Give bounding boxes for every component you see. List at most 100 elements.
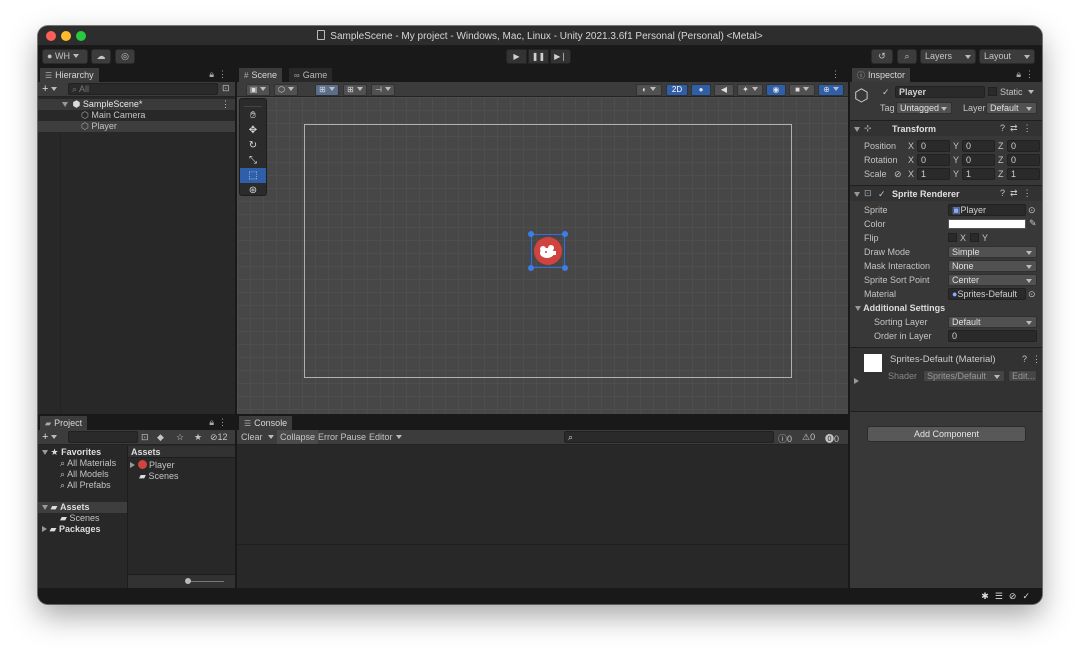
assets-subfolder[interactable]: ▰ Scenes xyxy=(60,513,99,524)
audio-toggle[interactable]: ◀ xyxy=(714,84,734,96)
object-name-field[interactable]: Player xyxy=(895,86,985,98)
resize-handle[interactable] xyxy=(562,231,568,237)
resize-handle[interactable] xyxy=(528,231,534,237)
order-in-layer-field[interactable]: 0 xyxy=(948,330,1037,342)
favorite-item[interactable]: ⌕ All Materials xyxy=(60,458,116,469)
error-pause-button[interactable]: Error Pause xyxy=(318,432,366,442)
resize-handle[interactable] xyxy=(562,265,568,271)
grid-snap-button[interactable]: ⊞ xyxy=(343,84,367,96)
color-swatch[interactable] xyxy=(948,219,1026,229)
error-count-toggle[interactable]: ⓿0 xyxy=(825,432,839,445)
asset-item[interactable]: ▰ Scenes xyxy=(139,471,178,482)
log-count-toggle[interactable]: ⓘ0 xyxy=(778,432,792,445)
project-search-input[interactable] xyxy=(68,431,138,443)
tab-game[interactable]: ∞ Game xyxy=(289,68,333,82)
layers-dropdown[interactable]: Layers xyxy=(920,49,976,64)
tab-inspector[interactable]: ⓘ Inspector xyxy=(852,68,911,82)
drag-handle[interactable] xyxy=(244,101,262,107)
scene-row[interactable]: ⬢ SampleScene* ⋮ xyxy=(38,99,235,110)
draw-mode-button[interactable]: ▣ xyxy=(246,84,270,96)
bug-icon[interactable]: ✱ xyxy=(981,591,995,601)
editor-dropdown[interactable]: Editor xyxy=(369,432,402,442)
play-button[interactable]: ▶ xyxy=(506,49,527,64)
history-button[interactable]: ↺ xyxy=(871,49,893,64)
cache-icon[interactable]: ⊘ xyxy=(1009,591,1023,601)
mask-interaction-dropdown[interactable]: None xyxy=(948,260,1037,272)
slider-thumb[interactable] xyxy=(185,578,191,584)
scene-viewport[interactable]: ✋︎ ✥ ↻ ⤡ ⬚ ⊛ xyxy=(237,97,848,414)
create-button[interactable]: + xyxy=(42,431,58,443)
transform-x-field[interactable]: 0 xyxy=(917,140,950,152)
object-picker-icon[interactable]: ⊙ xyxy=(1028,205,1036,216)
move-tool[interactable]: ✥ xyxy=(240,123,266,138)
panel-menu[interactable]: 🔒︎⋮ xyxy=(1016,69,1038,80)
layout-dropdown[interactable]: Layout xyxy=(979,49,1035,64)
transform-x-field[interactable]: 1 xyxy=(917,168,950,180)
rect-tool[interactable]: ⬚ xyxy=(240,168,266,183)
edit-shader-button[interactable]: Edit... xyxy=(1008,370,1037,382)
render-mode-button[interactable]: ⬡ xyxy=(274,84,298,96)
tab-console[interactable]: ☰ Console xyxy=(239,416,293,430)
add-component-button[interactable]: Add Component xyxy=(867,426,1026,442)
check-icon[interactable]: ✓ xyxy=(1022,591,1036,601)
additional-settings-foldout[interactable]: Additional Settings xyxy=(855,303,945,313)
favorite-icon[interactable]: ★ xyxy=(194,432,202,443)
sorting-layer-dropdown[interactable]: Default xyxy=(948,316,1037,328)
static-checkbox[interactable] xyxy=(988,87,997,96)
pause-button[interactable]: ❚❚ xyxy=(528,49,549,64)
more-icon[interactable]: ⋮ xyxy=(831,69,844,80)
active-checkbox[interactable]: ✓ xyxy=(882,87,890,98)
increment-snap-button[interactable]: ⊣ xyxy=(371,84,395,96)
save-search-icon[interactable]: ☆ xyxy=(176,432,184,443)
transform-z-field[interactable]: 1 xyxy=(1007,168,1040,180)
hierarchy-item[interactable]: ⬡ Main Camera xyxy=(38,110,235,121)
hidden-objects-toggle[interactable]: ◉ xyxy=(766,84,786,96)
add-icon[interactable]: + xyxy=(42,83,58,95)
panel-menu[interactable]: 🔒︎⋮ xyxy=(209,69,231,80)
player-sprite-selection[interactable] xyxy=(528,231,568,271)
gizmos-button[interactable]: ⊕ xyxy=(818,84,844,96)
transform-z-field[interactable]: 0 xyxy=(1007,154,1040,166)
warning-count-toggle[interactable]: ⚠0 xyxy=(802,432,815,443)
sort-point-dropdown[interactable]: Center xyxy=(948,274,1037,286)
account-dropdown[interactable]: ● WH xyxy=(42,49,88,64)
console-split[interactable] xyxy=(237,544,848,545)
light-toggle[interactable]: ● xyxy=(691,84,711,96)
shader-dropdown[interactable]: Sprites/Default xyxy=(923,370,1005,382)
flip-x-checkbox[interactable] xyxy=(948,233,957,242)
tab-hierarchy[interactable]: ☰ Hierarchy xyxy=(40,68,99,82)
favorite-item[interactable]: ⌕ All Models xyxy=(60,469,109,480)
constrain-proportions-icon[interactable]: ⊘ xyxy=(894,169,902,180)
effects-toggle[interactable]: ✦ xyxy=(737,84,763,96)
flip-y-checkbox[interactable] xyxy=(970,233,979,242)
packages-folder[interactable]: ▰ Packages xyxy=(42,524,101,535)
static-dropdown[interactable]: Static xyxy=(1000,87,1035,97)
component-actions[interactable]: ?⇄⋮ xyxy=(1000,188,1037,199)
enabled-checkbox[interactable]: ✓ xyxy=(878,189,886,200)
collab-button[interactable]: ◎ xyxy=(115,49,135,64)
transform-x-field[interactable]: 0 xyxy=(917,154,950,166)
search-button[interactable]: ⌕ xyxy=(897,49,917,64)
search-by-label-icon[interactable]: ◆ xyxy=(157,432,164,443)
favorite-item[interactable]: ⌕ All Prefabs xyxy=(60,480,111,491)
favorites-header[interactable]: ★ Favorites xyxy=(42,447,101,458)
hierarchy-search-input[interactable]: ⌕ All xyxy=(68,83,218,95)
transform-y-field[interactable]: 1 xyxy=(962,168,995,180)
tag-dropdown[interactable]: Untagged xyxy=(896,102,952,114)
assets-folder[interactable]: ▰ Assets xyxy=(38,502,127,513)
search-by-type-icon[interactable]: ⊡ xyxy=(141,432,149,443)
sprite-renderer-header[interactable]: ⊡ ✓ Sprite Renderer ?⇄⋮ xyxy=(850,185,1042,201)
more-icon[interactable]: ⋮ xyxy=(221,99,230,110)
layer-dropdown[interactable]: Default xyxy=(986,102,1037,114)
stack-icon[interactable]: ☰ xyxy=(995,591,1009,601)
sprite-field[interactable]: ▣Player xyxy=(948,204,1026,216)
transform-handle-button[interactable]: ⊞ xyxy=(315,84,339,96)
hidden-packages-toggle[interactable]: ⊘12 xyxy=(210,432,228,443)
expand-icon[interactable] xyxy=(854,376,859,386)
component-actions[interactable]: ?⇄⋮ xyxy=(1000,123,1037,134)
transform-tool[interactable]: ⊛ xyxy=(240,183,266,198)
draw-mode-dropdown[interactable]: Simple xyxy=(948,246,1037,258)
tab-project[interactable]: ▰ Project xyxy=(40,416,88,430)
hand-tool[interactable]: ✋︎ xyxy=(240,109,266,123)
lighting-toggle[interactable]: ◐ xyxy=(636,84,662,96)
